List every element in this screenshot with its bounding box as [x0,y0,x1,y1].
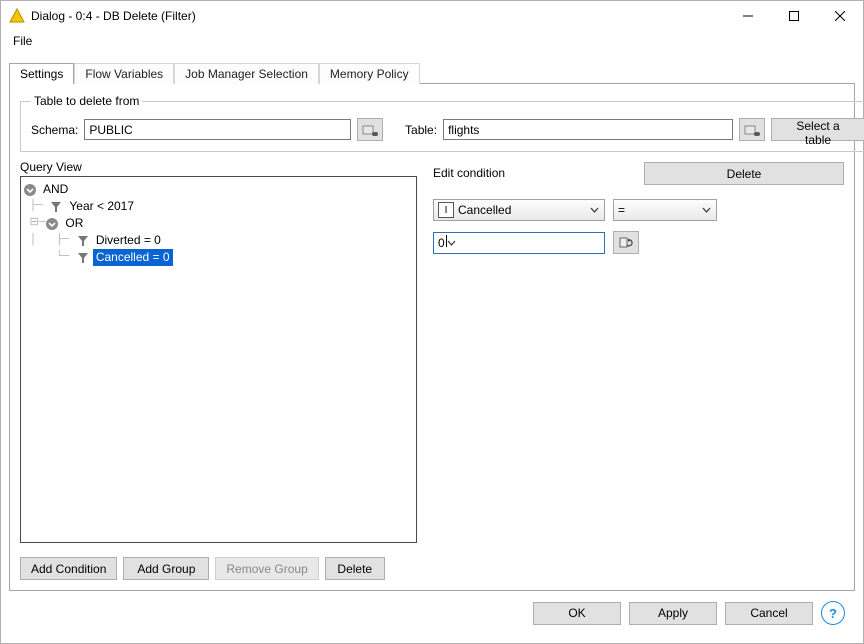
column-combo-value: Cancelled [458,203,511,217]
tree-node-cond-diverted[interactable]: │ ├─ Diverted = 0 [23,232,414,249]
chevron-down-icon [702,207,711,213]
group-icon [23,183,37,197]
dialog-footer: OK Apply Cancel ? [9,591,855,635]
add-condition-button[interactable]: Add Condition [20,557,117,580]
edit-condition-label: Edit condition [433,166,644,180]
tree-node-and[interactable]: AND [23,181,414,198]
filter-icon [76,234,90,248]
menu-file[interactable]: File [7,32,38,50]
tree-node-cond-cancelled[interactable]: └─ Cancelled = 0 [23,249,414,266]
filter-icon [76,251,90,265]
client-area: Settings Flow Variables Job Manager Sele… [1,53,863,643]
window-title: Dialog - 0:4 - DB Delete (Filter) [31,9,725,23]
apply-button[interactable]: Apply [629,602,717,625]
add-group-button[interactable]: Add Group [123,557,209,580]
remove-group-button: Remove Group [215,557,318,580]
tree-node-cond-year[interactable]: ├─ Year < 2017 [23,198,414,215]
schema-browse-button[interactable] [357,118,383,141]
filter-icon [49,200,63,214]
ok-button[interactable]: OK [533,602,621,625]
menubar: File [1,31,863,53]
app-icon [9,8,25,24]
edit-condition-panel: Edit condition Delete I Cancelled = [433,160,844,580]
operator-combo-value: = [618,203,625,217]
delete-condition-button[interactable]: Delete [325,557,385,580]
operator-combo[interactable]: = [613,199,717,221]
value-combo[interactable]: 0 [433,232,605,254]
column-combo[interactable]: I Cancelled [433,199,605,221]
tab-job-manager[interactable]: Job Manager Selection [174,63,319,84]
titlebar: Dialog - 0:4 - DB Delete (Filter) [1,1,863,31]
tree-node-or[interactable]: ⊟─ OR [23,215,414,232]
edit-delete-button[interactable]: Delete [644,162,844,185]
refresh-values-button[interactable] [613,231,639,254]
tab-strip: Settings Flow Variables Job Manager Sele… [9,61,855,83]
column-type-icon: I [438,202,454,218]
group-legend: Table to delete from [31,94,142,108]
tab-flow-variables[interactable]: Flow Variables [74,63,174,84]
chevron-down-icon [590,207,599,213]
value-combo-value: 0 [438,236,445,250]
schema-label: Schema: [31,123,78,137]
query-buttons: Add Condition Add Group Remove Group Del… [20,557,417,580]
query-view-label: Query View [20,160,417,174]
chevron-down-icon [447,240,456,246]
tab-panel-settings: Table to delete from Schema: Table: Sele… [9,83,855,591]
query-tree[interactable]: AND ├─ Year < 2017 ⊟─ [20,176,417,543]
group-table-to-delete: Table to delete from Schema: Table: Sele… [20,94,864,152]
main-split: Query View AND ├─ [20,160,844,580]
table-browse-button[interactable] [739,118,765,141]
dialog-window: Dialog - 0:4 - DB Delete (Filter) File S… [0,0,864,644]
help-button[interactable]: ? [821,601,845,625]
group-icon [45,217,59,231]
tab-settings[interactable]: Settings [9,63,74,84]
select-table-button[interactable]: Select a table [771,118,864,141]
schema-input[interactable] [84,119,351,140]
maximize-button[interactable] [771,1,817,31]
close-button[interactable] [817,1,863,31]
minimize-button[interactable] [725,1,771,31]
cancel-button[interactable]: Cancel [725,602,813,625]
table-input[interactable] [443,119,733,140]
query-view-panel: Query View AND ├─ [20,160,417,580]
table-label: Table: [405,123,437,137]
tab-memory-policy[interactable]: Memory Policy [319,63,420,84]
